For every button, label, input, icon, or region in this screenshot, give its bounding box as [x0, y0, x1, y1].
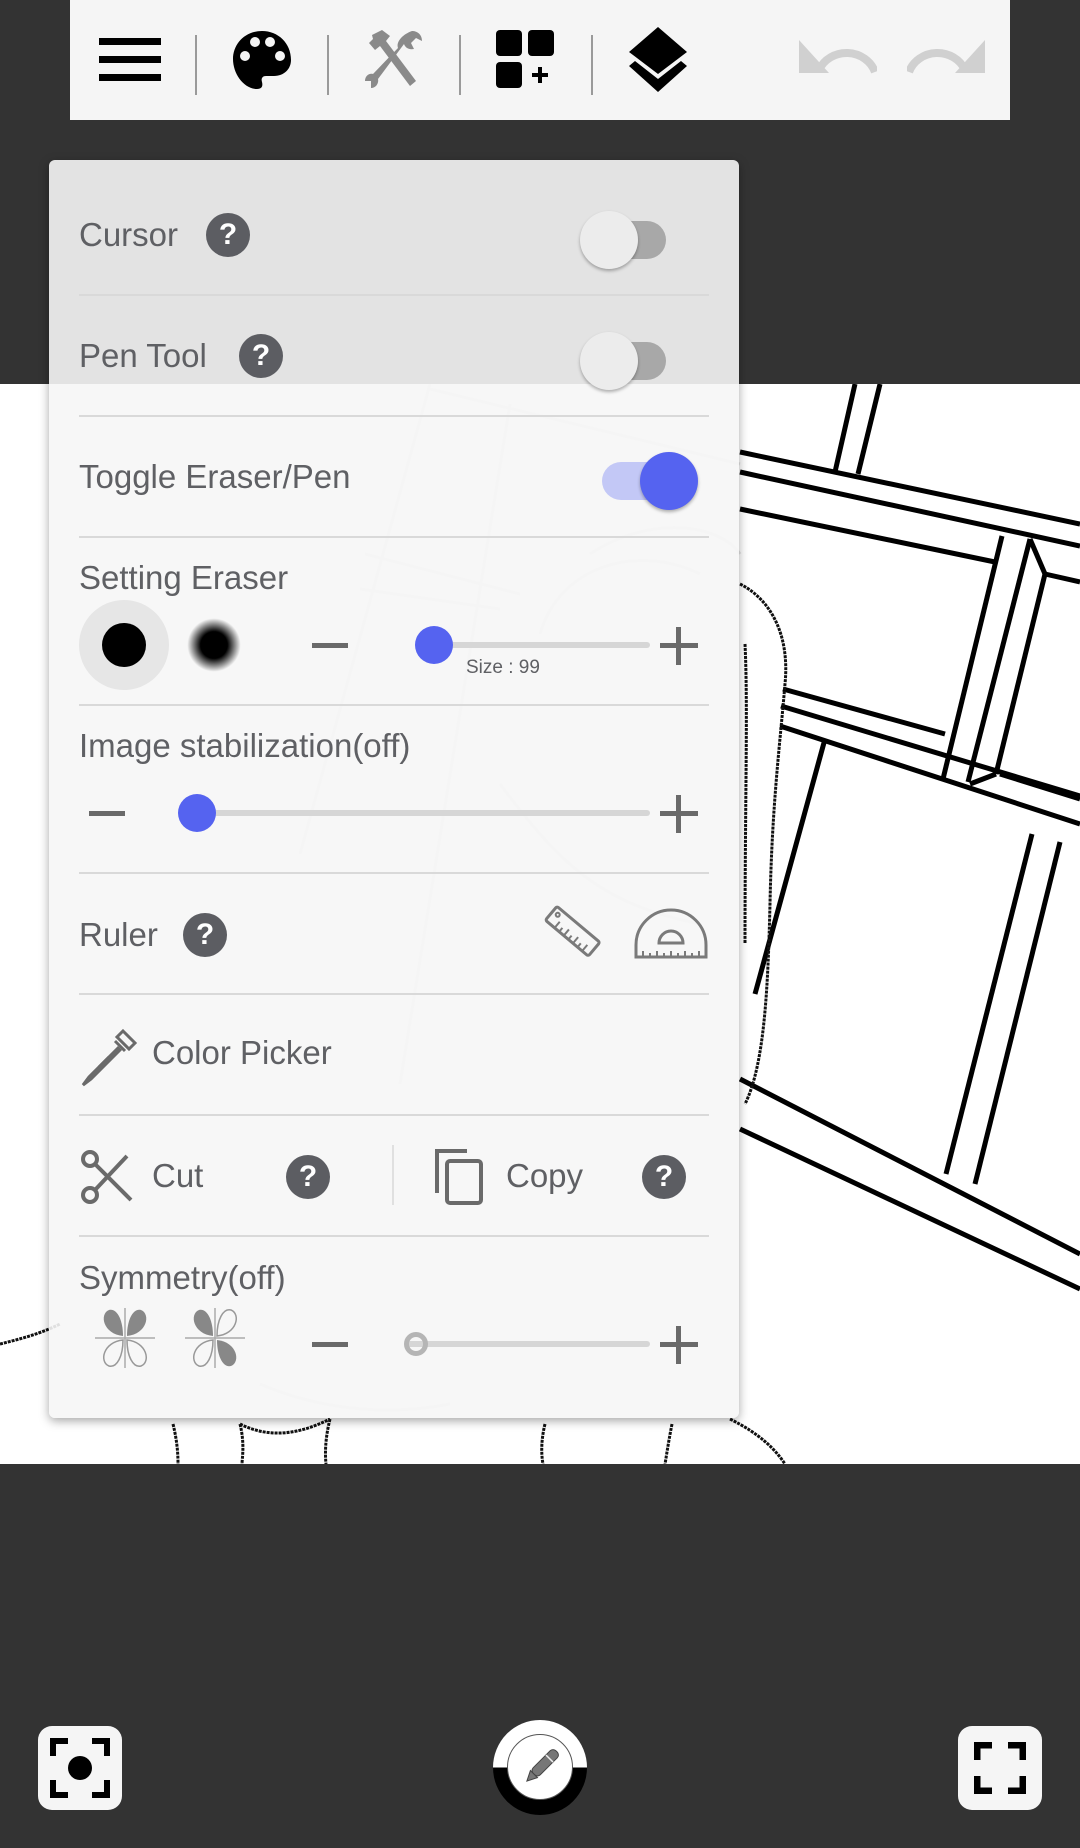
toolbar-divider	[459, 35, 461, 95]
add-widget-button[interactable]	[486, 20, 566, 100]
screenshot-focus-icon	[50, 1738, 110, 1798]
tools-panel: Cursor ? Pen Tool ? Toggle Eraser/Pen Se…	[49, 160, 739, 1418]
cut-button[interactable]: Cut	[79, 1145, 279, 1209]
symmetry-decrease-button[interactable]	[312, 1342, 348, 1347]
symmetry-label: Symmetry(off)	[79, 1259, 286, 1296]
divider	[79, 872, 709, 874]
divider	[79, 993, 709, 995]
top-toolbar	[70, 0, 1010, 120]
copy-help-icon[interactable]: ?	[642, 1155, 686, 1199]
stabilization-decrease-button[interactable]	[89, 811, 125, 816]
stabilization-slider[interactable]	[178, 793, 650, 833]
color-picker-button[interactable]: Color Picker	[79, 1022, 679, 1088]
stabilization-increase-button[interactable]	[660, 795, 698, 833]
divider	[79, 1235, 709, 1237]
layers-button[interactable]	[618, 20, 698, 100]
tools-button[interactable]	[354, 20, 434, 100]
copy-icon	[435, 1149, 483, 1205]
soft-brush-button[interactable]	[187, 618, 241, 672]
pen-mode-icon	[526, 1749, 559, 1782]
divider	[79, 536, 709, 538]
cut-copy-divider	[392, 1145, 394, 1205]
cursor-label: Cursor	[79, 216, 179, 253]
protractor-icon	[634, 908, 708, 959]
symmetry-slider-thumb[interactable]	[404, 1332, 428, 1356]
mirror-symmetry-button[interactable]	[93, 1306, 157, 1370]
rotational-symmetry-button[interactable]	[183, 1306, 247, 1370]
undo-button[interactable]	[798, 20, 878, 100]
symmetry-slider[interactable]	[404, 1324, 650, 1364]
undo-icon	[799, 40, 877, 74]
cursor-help-icon[interactable]: ?	[206, 213, 250, 257]
divider	[79, 704, 709, 706]
divider	[79, 1114, 709, 1116]
menu-button[interactable]	[90, 20, 170, 100]
mirror-symmetry-icon	[95, 1308, 155, 1368]
copy-button[interactable]: Copy	[435, 1145, 635, 1209]
redo-button[interactable]	[906, 20, 986, 100]
toolbar-divider	[195, 35, 197, 95]
pen-mode-inner	[507, 1734, 573, 1800]
hamburger-menu-icon	[99, 38, 161, 81]
eraser-size-slider-thumb[interactable]	[415, 626, 453, 664]
pen-tool-help-icon[interactable]: ?	[239, 334, 283, 378]
cut-label: Cut	[152, 1157, 204, 1194]
eraser-size-value: Size : 99	[466, 657, 540, 678]
symmetry-increase-button[interactable]	[660, 1326, 698, 1364]
image-stabilization-label: Image stabilization(off)	[79, 727, 411, 764]
fullscreen-button[interactable]	[958, 1726, 1042, 1810]
straight-ruler-icon	[544, 905, 601, 957]
toolbar-divider	[327, 35, 329, 95]
pen-tool-toggle[interactable]	[580, 328, 680, 390]
setting-eraser-label: Setting Eraser	[79, 559, 289, 596]
toolbar-divider	[591, 35, 593, 95]
straight-ruler-button[interactable]	[540, 900, 604, 964]
eraser-size-slider-track	[424, 642, 650, 648]
divider	[79, 415, 709, 417]
palette-icon	[233, 31, 291, 89]
hard-brush-icon	[102, 623, 146, 667]
toggle-eraser-pen-switch[interactable]	[602, 448, 702, 510]
hard-brush-button[interactable]	[79, 600, 169, 690]
layers-icon	[629, 27, 687, 92]
symmetry-slider-track	[406, 1341, 650, 1347]
pen-mode-button[interactable]	[493, 1720, 587, 1815]
color-picker-label: Color Picker	[152, 1034, 332, 1071]
rotational-symmetry-icon	[185, 1308, 245, 1368]
protractor-button[interactable]	[633, 905, 709, 961]
palette-button[interactable]	[222, 20, 302, 100]
pen-tool-toggle-thumb	[580, 332, 638, 390]
cut-help-icon[interactable]: ?	[286, 1155, 330, 1199]
cursor-toggle-thumb	[580, 211, 638, 269]
toggle-eraser-pen-label: Toggle Eraser/Pen	[79, 458, 351, 495]
screenshot-button[interactable]	[38, 1726, 122, 1810]
copy-label: Copy	[506, 1157, 584, 1194]
eraser-size-decrease-button[interactable]	[312, 643, 348, 648]
eraser-size-increase-button[interactable]	[660, 627, 698, 665]
stabilization-slider-track	[187, 810, 650, 816]
stabilization-slider-thumb[interactable]	[178, 794, 216, 832]
ruler-help-icon[interactable]: ?	[183, 913, 227, 957]
add-widget-icon	[496, 30, 554, 88]
eyedropper-icon	[81, 1028, 138, 1087]
ruler-label: Ruler	[79, 916, 158, 953]
hammer-wrench-icon	[365, 30, 422, 88]
pen-tool-label: Pen Tool	[79, 337, 207, 374]
scissors-icon	[81, 1150, 133, 1204]
redo-icon	[907, 40, 985, 74]
cursor-toggle[interactable]	[580, 207, 680, 269]
toggle-eraser-pen-thumb	[640, 452, 698, 510]
fullscreen-icon	[974, 1742, 1026, 1794]
divider	[79, 294, 709, 296]
